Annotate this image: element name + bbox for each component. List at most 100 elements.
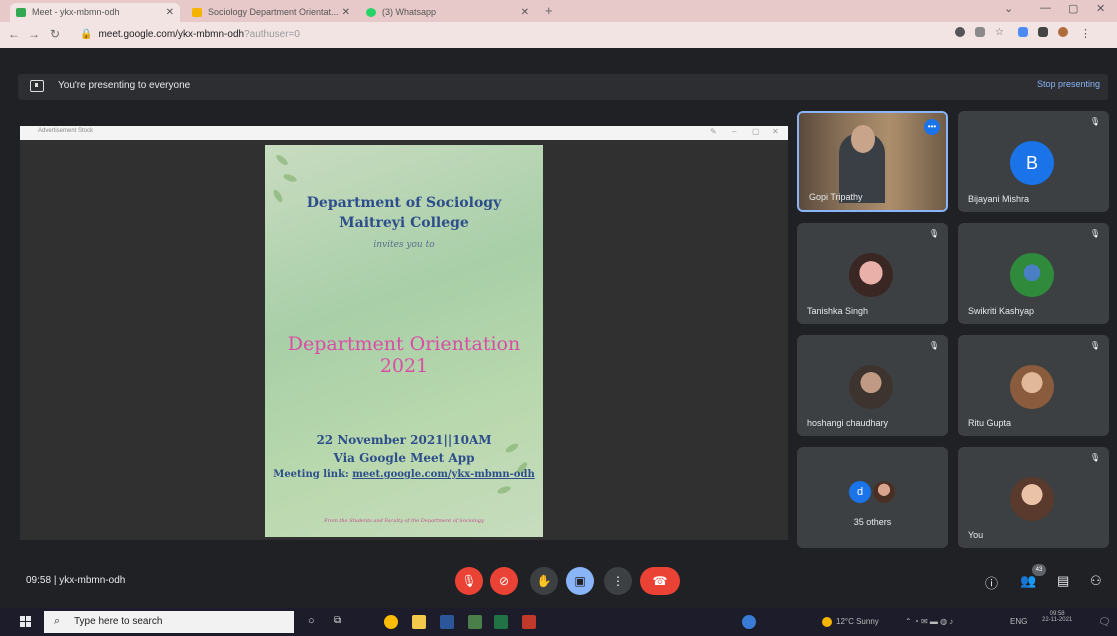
address-bar: ← → ↻ 🔒 meet.google.com/ykx-mbmn-odh?auth…: [0, 22, 1117, 48]
screen: Meet - ykx-mbmn-odh ✕ Sociology Departme…: [0, 0, 1117, 636]
shared-screen: Advertisement Stock ✎ – ▢ ✕ Department o…: [20, 126, 788, 540]
whatsapp-icon: [366, 8, 376, 17]
pdf-reader-icon[interactable]: [522, 615, 536, 629]
tab-meet[interactable]: Meet - ykx-mbmn-odh ✕: [10, 3, 180, 22]
mic-off-icon: 🎙: [1089, 341, 1101, 350]
minimize-icon[interactable]: —: [1040, 2, 1051, 14]
chat-icon[interactable]: ▤: [1057, 573, 1069, 589]
participant-tile-bijayani[interactable]: 🎙 B Bijayani Mishra: [958, 111, 1109, 212]
url-field[interactable]: 🔒 meet.google.com/ykx-mbmn-odh?authuser=0: [80, 26, 300, 44]
meeting-control-bar: 09:58 | ykx-mbmn-odh 🎙 ⊘ ✋ ▣ ⋮ ☎ ⓘ 43 👥 …: [0, 562, 1117, 600]
people-icon[interactable]: 👥: [1020, 573, 1036, 589]
excel-icon[interactable]: [494, 615, 508, 629]
search-placeholder: Type here to search: [74, 616, 163, 627]
poster-from: From the Students and Faculty of the Dep…: [324, 518, 484, 524]
minimize-icon: –: [732, 127, 737, 136]
weather-text[interactable]: 12°C Sunny: [836, 617, 879, 626]
reload-icon[interactable]: ↻: [50, 27, 60, 41]
participant-tile-hoshangi[interactable]: 🎙 hoshangi chaudhary: [797, 335, 948, 436]
cortana-icon[interactable]: ○: [308, 615, 322, 629]
star-icon[interactable]: ☆: [995, 27, 1005, 38]
close-tab-icon[interactable]: ✕: [521, 3, 529, 22]
forward-icon[interactable]: →: [28, 27, 40, 41]
lock-icon: 🔒: [80, 29, 93, 40]
chevron-down-icon[interactable]: ⌄: [1004, 2, 1013, 15]
end-call-button[interactable]: ☎: [640, 567, 680, 595]
present-now-button[interactable]: ▣: [566, 567, 594, 595]
browser-tab-bar: Meet - ykx-mbmn-odh ✕ Sociology Departme…: [0, 0, 1117, 22]
meeting-details-icon[interactable]: ⓘ: [985, 573, 998, 592]
camera-icon[interactable]: [955, 27, 965, 37]
system-tray-icons[interactable]: ⌃ ◔ ✉ ▬ ◍ ♪: [905, 617, 953, 626]
close-tab-icon[interactable]: ✕: [342, 3, 350, 22]
avatar: [1010, 365, 1054, 409]
tab-whatsapp[interactable]: (3) Whatsapp ✕: [360, 3, 535, 22]
leaf-decoration: [274, 153, 290, 167]
shared-window-title: Advertisement Stock: [38, 128, 94, 134]
leaf-decoration: [496, 484, 512, 496]
maximize-icon[interactable]: ▢: [1068, 2, 1078, 15]
meeting-code: ykx-mbmn-odh: [59, 575, 126, 586]
poster-link-url: meet.google.com/ykx-mbmn-odh: [352, 469, 535, 480]
taskbar-search-box[interactable]: ⌕ Type here to search: [44, 611, 294, 633]
search-icon: ⌕: [54, 615, 61, 627]
tab-label: Sociology Department Orientat...: [208, 7, 339, 17]
poster-title: Department Orientation 2021: [287, 333, 521, 377]
extension-icon[interactable]: [1018, 27, 1028, 37]
participant-tile-others[interactable]: d 35 others: [797, 447, 948, 548]
tab-poster[interactable]: Sociology Department Orientat... ✕: [186, 3, 356, 22]
new-tab-icon[interactable]: +: [545, 3, 553, 18]
browser-icon[interactable]: [742, 615, 756, 629]
mic-toggle-button[interactable]: 🎙: [455, 567, 483, 595]
participant-tile-ritu[interactable]: 🎙 Ritu Gupta: [958, 335, 1109, 436]
participant-tile-you[interactable]: 🎙 You: [958, 447, 1109, 548]
close-tab-icon[interactable]: ✕: [166, 3, 174, 22]
raise-hand-button[interactable]: ✋: [530, 567, 558, 595]
task-view-icon[interactable]: ⧉: [334, 615, 348, 629]
poster-department: Department of Sociology: [306, 195, 502, 211]
participant-name: Gopi Tripathy: [809, 192, 863, 202]
camera-toggle-button[interactable]: ⊘: [490, 567, 518, 595]
back-icon[interactable]: ←: [8, 27, 20, 41]
clock-date: 22-11-2021: [1042, 617, 1073, 623]
participant-tile-tanishka[interactable]: 🎙 Tanishka Singh: [797, 223, 948, 324]
poster-meeting-link: Meeting link: meet.google.com/ykx-mbmn-o…: [265, 469, 543, 480]
share-icon[interactable]: [975, 27, 985, 37]
language-indicator[interactable]: ENG: [1010, 617, 1027, 626]
participant-tile-swikriti[interactable]: 🎙 Swikriti Kashyap: [958, 223, 1109, 324]
stop-presenting-button[interactable]: Stop presenting: [1037, 79, 1100, 89]
orientation-poster: Department of Sociology Maitreyi College…: [265, 145, 543, 537]
separator: |: [53, 575, 57, 586]
weather-icon: [822, 617, 832, 627]
close-window-icon[interactable]: ✕: [1096, 2, 1105, 15]
profile-avatar[interactable]: [1058, 27, 1068, 37]
presenting-banner: You're presenting to everyone Stop prese…: [18, 74, 1108, 100]
poster-invites: invites you to: [373, 240, 435, 250]
word-icon[interactable]: [440, 615, 454, 629]
participant-tile-gopi[interactable]: ••• Gopi Tripathy: [797, 111, 948, 212]
present-screen-icon: [30, 80, 44, 92]
menu-icon[interactable]: ⋮: [1080, 27, 1091, 40]
avatar: [849, 253, 893, 297]
meeting-info: 09:58 | ykx-mbmn-odh: [26, 575, 125, 586]
notifications-icon[interactable]: 🗨: [1098, 617, 1111, 628]
more-options-icon[interactable]: •••: [924, 119, 940, 135]
mic-off-icon: 🎙: [928, 229, 940, 238]
taskbar-clock[interactable]: 09:58 22-11-2021: [1042, 611, 1072, 623]
activities-icon[interactable]: ⚇: [1090, 573, 1102, 589]
avatar: [849, 365, 893, 409]
poster-via: Via Google Meet App: [333, 451, 475, 465]
puzzle-icon[interactable]: [1038, 27, 1048, 37]
app-icon[interactable]: [468, 615, 482, 629]
windows-taskbar: ⌕ Type here to search ○ ⧉ 12°C Sunny ⌃ ◔…: [0, 608, 1117, 636]
tab-label: Meet - ykx-mbmn-odh: [32, 7, 120, 17]
meeting-time: 09:58: [26, 575, 52, 586]
file-explorer-icon[interactable]: [412, 615, 426, 629]
avatar: [1010, 253, 1054, 297]
mic-off-icon: 🎙: [1089, 453, 1101, 462]
avatar: d: [849, 481, 871, 503]
more-options-button[interactable]: ⋮: [604, 567, 632, 595]
windows-start-icon[interactable]: [20, 616, 32, 628]
chrome-icon[interactable]: [384, 615, 398, 629]
close-icon: ✕: [772, 127, 779, 136]
